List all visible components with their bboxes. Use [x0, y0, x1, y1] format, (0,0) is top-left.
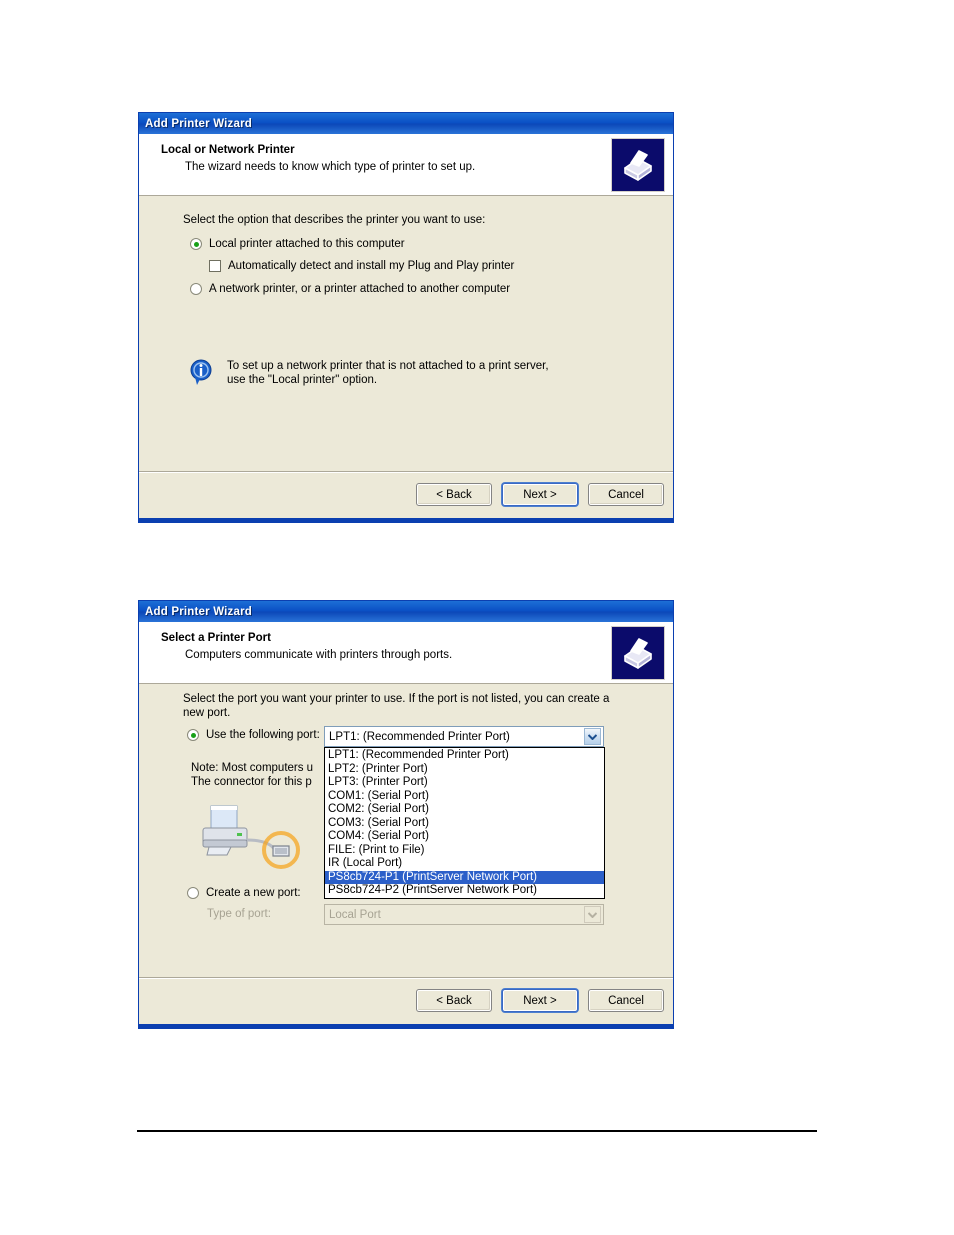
chevron-down-icon[interactable] [584, 728, 601, 745]
dialog2-bottom-edge [139, 1024, 673, 1028]
port-combo-value: LPT1: (Recommended Printer Port) [329, 730, 510, 743]
dialog2-prompt-line1: Select the port you want your printer to… [183, 693, 610, 705]
dialog1-titlebar[interactable]: Add Printer Wizard [139, 113, 673, 134]
page-footer-rule [137, 1130, 817, 1132]
printer-icon [611, 138, 665, 192]
radio-create-new-port[interactable] [187, 887, 199, 899]
printer-icon [611, 626, 665, 680]
dialog2-title: Add Printer Wizard [145, 605, 253, 618]
dialog1-prompt: Select the option that describes the pri… [183, 214, 486, 226]
radio-local-printer-label: Local printer attached to this computer [209, 238, 405, 250]
dialog2-titlebar[interactable]: Add Printer Wizard [139, 601, 673, 622]
dialog1-body: Select the option that describes the pri… [139, 196, 673, 471]
radio-create-new-port-row[interactable]: Create a new port: [187, 887, 301, 899]
dialog1-bottom-edge [139, 518, 673, 522]
printer-cable-illustration [197, 800, 307, 872]
dialog1-header-title: Local or Network Printer [161, 144, 295, 156]
type-of-port-combo: Local Port [324, 904, 604, 925]
dropdown-item[interactable]: PS8cb724-P1 (PrintServer Network Port) [325, 870, 604, 884]
port-combo[interactable]: LPT1: (Recommended Printer Port) [324, 726, 604, 747]
radio-network-printer-row[interactable]: A network printer, or a printer attached… [190, 283, 510, 295]
cancel-button[interactable]: Cancel [588, 483, 664, 506]
port-dropdown-list[interactable]: LPT1: (Recommended Printer Port) LPT2: (P… [324, 747, 605, 899]
dialog1-button-bar: < Back Next > Cancel [139, 471, 673, 518]
dropdown-item[interactable]: COM2: (Serial Port) [325, 803, 604, 817]
checkbox-autodetect-label: Automatically detect and install my Plug… [228, 260, 515, 272]
dialog2-body: Select the port you want your printer to… [139, 684, 673, 977]
checkbox-autodetect-row[interactable]: Automatically detect and install my Plug… [209, 260, 514, 272]
dialog1-header-subtitle: The wizard needs to know which type of p… [185, 161, 476, 173]
dialog2-button-bar: < Back Next > Cancel [139, 977, 673, 1024]
type-of-port-label: Type of port: [207, 908, 271, 920]
next-button[interactable]: Next > [502, 989, 578, 1012]
dropdown-item[interactable]: COM3: (Serial Port) [325, 817, 604, 831]
dropdown-item[interactable]: LPT1: (Recommended Printer Port) [325, 749, 604, 763]
radio-network-printer-label: A network printer, or a printer attached… [209, 283, 511, 295]
cancel-button[interactable]: Cancel [588, 989, 664, 1012]
radio-local-printer-row[interactable]: Local printer attached to this computer [190, 238, 405, 250]
radio-network-printer[interactable] [190, 283, 202, 295]
network-printer-note: To set up a network printer that is not … [189, 359, 549, 387]
type-of-port-value: Local Port [329, 908, 381, 921]
radio-local-printer[interactable] [190, 238, 202, 250]
next-button[interactable]: Next > [502, 483, 578, 506]
radio-use-following-port[interactable] [187, 729, 199, 741]
dropdown-item[interactable]: FILE: (Print to File) [325, 844, 604, 858]
checkbox-autodetect[interactable] [209, 260, 221, 272]
dialog2-header-subtitle: Computers communicate with printers thro… [185, 649, 453, 661]
add-printer-wizard-dialog-1: Add Printer Wizard Local or Network Prin… [138, 112, 674, 523]
dialog1-header: Local or Network Printer The wizard need… [139, 134, 673, 196]
dropdown-item[interactable]: COM1: (Serial Port) [325, 790, 604, 804]
dialog1-title: Add Printer Wizard [145, 117, 253, 130]
back-button[interactable]: < Back [416, 483, 492, 506]
dropdown-item[interactable]: COM4: (Serial Port) [325, 830, 604, 844]
chevron-down-icon [584, 906, 601, 923]
dropdown-item[interactable]: LPT3: (Printer Port) [325, 776, 604, 790]
port-note-line1: Note: Most computers u [191, 762, 314, 774]
port-note-line2: The connector for this p [191, 776, 312, 788]
dialog2-prompt-line2: new port. [183, 707, 231, 719]
dialog2-header: Select a Printer Port Computers communic… [139, 622, 673, 684]
radio-use-following-port-label: Use the following port: [206, 729, 320, 741]
add-printer-wizard-dialog-2: Add Printer Wizard Select a Printer Port… [138, 600, 674, 1029]
network-printer-note-text: To set up a network printer that is not … [227, 360, 549, 386]
info-icon [189, 359, 215, 387]
dropdown-item[interactable]: IR (Local Port) [325, 857, 604, 871]
radio-create-new-port-label: Create a new port: [206, 887, 301, 899]
dropdown-item[interactable]: LPT2: (Printer Port) [325, 763, 604, 777]
dialog2-header-title: Select a Printer Port [161, 632, 271, 644]
radio-use-following-port-row[interactable]: Use the following port: [187, 729, 320, 741]
back-button[interactable]: < Back [416, 989, 492, 1012]
dropdown-item[interactable]: PS8cb724-P2 (PrintServer Network Port) [325, 884, 604, 898]
